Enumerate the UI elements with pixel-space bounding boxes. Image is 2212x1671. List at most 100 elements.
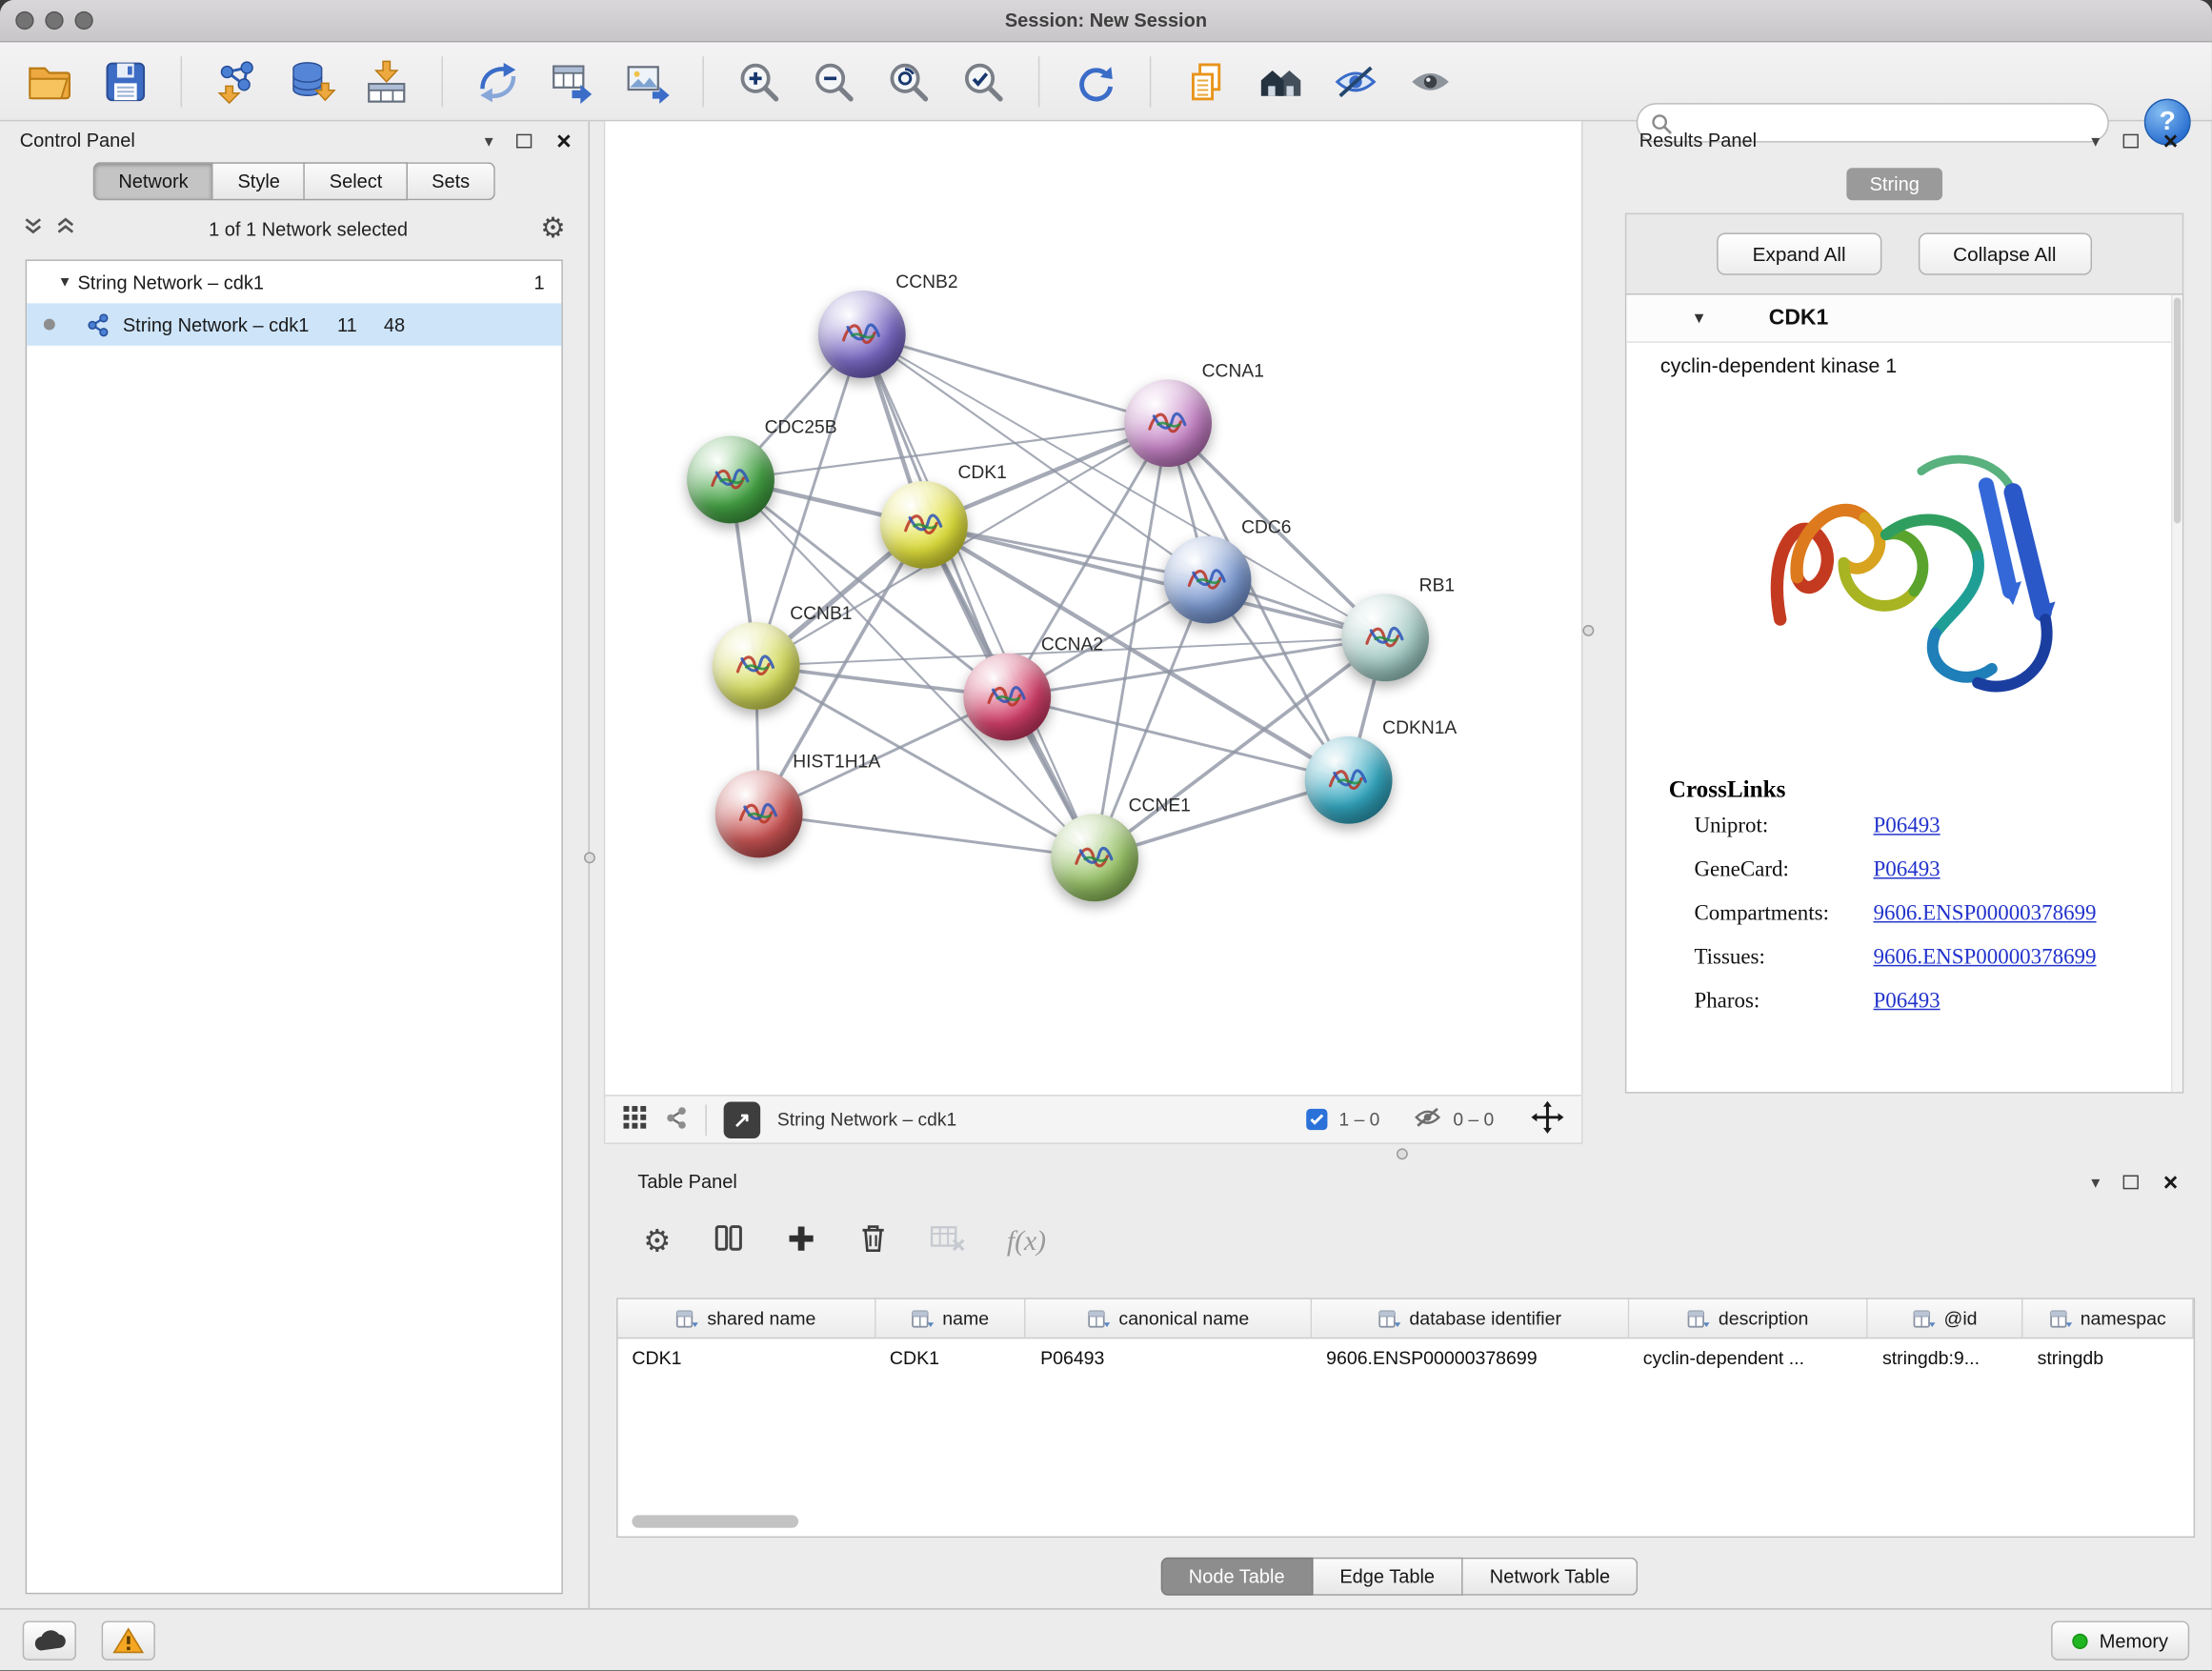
table-panel-close-icon[interactable]: × [2163,1169,2179,1195]
table-cell[interactable]: P06493 [1026,1339,1312,1377]
import-network-from-file-button[interactable] [206,50,268,114]
tab-style[interactable]: Style [213,162,305,200]
network-node-RB1[interactable] [1341,594,1429,681]
zoom-selected-button[interactable] [953,50,1015,114]
horizontal-splitter-handle[interactable] [1397,1148,1408,1159]
tab-network[interactable]: Network [93,162,214,200]
collapse-all-button[interactable]: Collapse All [1918,232,2091,274]
network-node-CDC25B[interactable] [687,436,774,524]
pan-move-icon[interactable] [1531,1100,1565,1138]
vertical-splitter-handle[interactable] [584,852,595,863]
crosslink-value-link[interactable]: P06493 [1874,988,1941,1014]
network-share-view-icon[interactable] [664,1105,688,1134]
add-column-icon[interactable] [785,1222,816,1260]
open-in-new-window-button[interactable]: ↗ [724,1101,761,1138]
tab-edge-table[interactable]: Edge Table [1313,1558,1462,1596]
gene-collapse-triangle-icon[interactable]: ▼ [1691,310,1706,327]
export-table-button[interactable] [542,50,604,114]
show-hidden-button[interactable] [1399,50,1461,114]
birds-eye-view-button[interactable] [1250,50,1312,114]
network-collection-row[interactable]: ▼ String Network – cdk1 1 [27,261,561,303]
string-tab-badge[interactable]: String [1847,168,1942,200]
network-node-CCNB2[interactable] [818,291,906,378]
network-node-CCNA2[interactable] [963,654,1051,741]
duplicate-document-button[interactable] [1176,50,1237,114]
table-cell[interactable]: 9606.ENSP00000378699 [1312,1339,1629,1377]
column-header-namespac[interactable]: namespac [2023,1299,2194,1339]
hidden-eye-icon[interactable] [1414,1106,1442,1133]
network-node-CCNE1[interactable] [1051,814,1138,901]
control-panel-float-icon[interactable] [517,133,533,148]
table-cell[interactable]: CDK1 [618,1339,876,1377]
table-settings-gear-icon[interactable]: ⚙ [643,1226,671,1258]
table-panel-collapse-icon[interactable]: ▾ [2091,1172,2100,1192]
gene-header-row[interactable]: ▼ CDK1 [1626,294,2182,342]
crosslink-value-link[interactable]: P06493 [1874,814,1941,839]
results-splitter-handle[interactable] [1582,625,1594,636]
crosslink-value-link[interactable]: 9606.ENSP00000378699 [1874,944,2097,970]
table-cell[interactable]: stringdb:9... [1868,1339,2023,1377]
network-node-CCNB1[interactable] [713,622,800,710]
crosslink-value-link[interactable]: P06493 [1874,857,1941,883]
column-header-canonical-name[interactable]: canonical name [1026,1299,1312,1339]
expand-all-networks-icon[interactable] [55,217,76,240]
network-edge-CCNB2-CCNE1[interactable] [862,334,1095,857]
title-bar: Session: New Session [0,0,2212,42]
zoom-in-button[interactable] [728,50,790,114]
results-panel-float-icon[interactable] [2123,133,2139,148]
column-header-shared-name[interactable]: shared name [618,1299,876,1339]
column-header-description[interactable]: description [1629,1299,1868,1339]
network-node-CCNA1[interactable] [1124,379,1212,467]
zoom-out-button[interactable] [803,50,865,114]
save-session-button[interactable] [94,50,156,114]
table-cell[interactable]: cyclin-dependent ... [1629,1339,1868,1377]
open-session-button[interactable] [20,50,82,114]
table-data-row[interactable]: CDK1CDK1P064939606.ENSP00000378699cyclin… [618,1339,2194,1377]
table-panel-float-icon[interactable] [2123,1175,2139,1189]
table-cell[interactable]: CDK1 [875,1339,1026,1377]
export-image-button[interactable] [616,50,678,114]
tab-select[interactable]: Select [306,162,408,200]
network-from-selection-button[interactable] [467,50,529,114]
selected-nodes-checkbox-icon[interactable] [1306,1109,1327,1130]
collapse-all-networks-icon[interactable] [23,217,44,240]
zoom-fit-content-button[interactable] [877,50,939,114]
column-header--id[interactable]: @id [1868,1299,2023,1339]
network-node-CDK1[interactable] [880,481,968,569]
crosslink-value-link[interactable]: 9606.ENSP00000378699 [1874,900,2097,926]
refresh-view-button[interactable] [1064,50,1126,114]
import-network-from-database-button[interactable] [281,50,343,114]
tab-sets[interactable]: Sets [408,162,495,200]
table-cell[interactable]: stringdb [2023,1339,2194,1377]
network-edge-HIST1H1A-CCNE1[interactable] [759,814,1095,857]
warning-button[interactable] [102,1621,155,1660]
network-options-gear-icon[interactable]: ⚙ [540,214,566,243]
cloud-status-button[interactable] [23,1621,76,1660]
hide-selected-button[interactable] [1324,50,1386,114]
results-panel-collapse-icon[interactable]: ▾ [2091,131,2100,151]
results-panel-close-icon[interactable]: × [2163,128,2179,153]
expand-all-button[interactable]: Expand All [1718,232,1881,274]
column-header-database-identifier[interactable]: database identifier [1312,1299,1629,1339]
table-horizontal-scrollbar[interactable] [632,1515,798,1527]
network-canvas[interactable]: CCNB2CCNA1CDC25BCDK1CDC6RB1CCNB1CCNA2CDK… [604,121,1583,1095]
collection-count: 1 [533,272,561,292]
collection-expand-triangle-icon[interactable]: ▼ [52,274,78,290]
import-table-from-file-button[interactable] [355,50,417,114]
control-panel-close-icon[interactable]: × [556,128,572,153]
grid-view-icon[interactable] [622,1104,648,1134]
column-header-name[interactable]: name [875,1299,1026,1339]
show-columns-icon[interactable] [712,1221,744,1260]
memory-button[interactable]: Memory [2051,1621,2189,1660]
control-panel-collapse-icon[interactable]: ▾ [485,131,493,151]
network-node-CDKN1A[interactable] [1305,736,1393,824]
tab-network-table[interactable]: Network Table [1463,1558,1639,1596]
column-header-label: description [1719,1308,1808,1329]
results-scrollbar[interactable] [2171,294,2182,1092]
delete-column-trash-icon[interactable] [857,1221,889,1260]
network-row[interactable]: String Network – cdk1 11 48 [27,303,561,345]
network-edge-CCNB2-CCNA1[interactable] [862,334,1168,423]
network-node-CDC6[interactable] [1164,536,1252,624]
network-node-HIST1H1A[interactable] [715,771,803,858]
tab-node-table[interactable]: Node Table [1160,1558,1313,1596]
